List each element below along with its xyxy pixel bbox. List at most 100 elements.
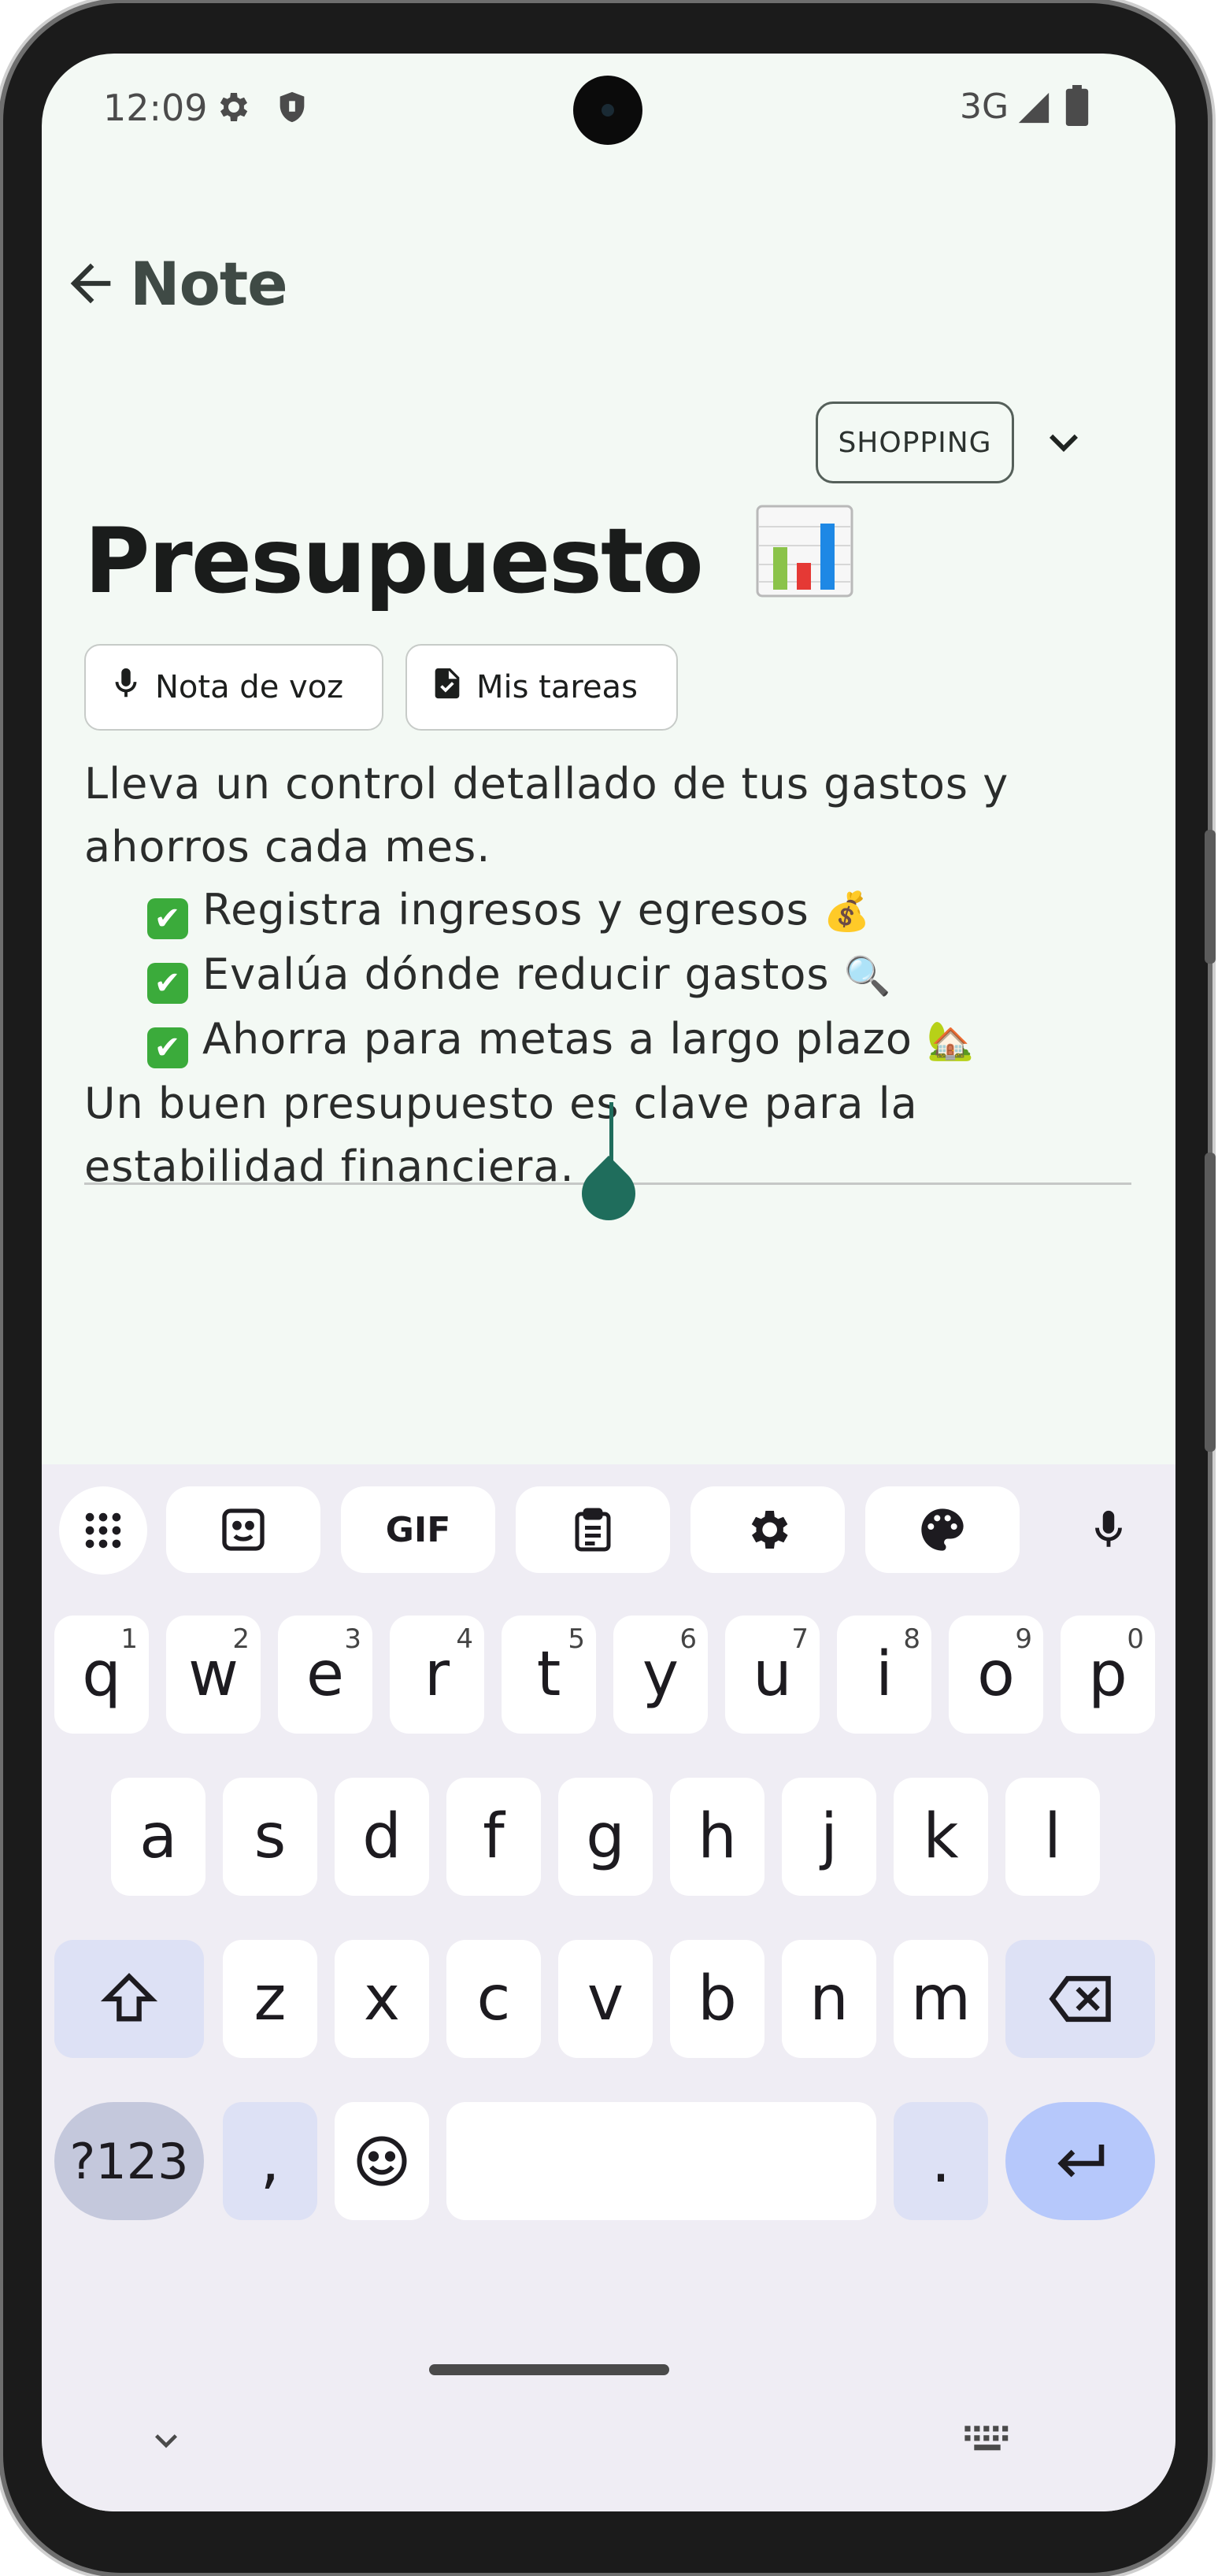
voice-note-label: Nota de voz — [155, 669, 344, 705]
key-c[interactable]: c — [446, 1940, 541, 2058]
key-hint: 2 — [232, 1623, 250, 1655]
key-i[interactable]: i8 — [837, 1616, 931, 1734]
key-hint: 5 — [568, 1623, 585, 1655]
checklist-text: Registra ingresos y egresos — [202, 885, 809, 935]
my-tasks-button[interactable]: Mis tareas — [405, 644, 678, 731]
shift-icon — [100, 1973, 158, 2022]
screen: 12:09 3G Note SHOPPING Presupuesto Nota … — [42, 54, 1175, 2511]
check-mark-icon: ✔ — [147, 898, 188, 939]
keyboard-hide-icon[interactable] — [144, 2419, 188, 2466]
check-mark-icon: ✔ — [147, 963, 188, 1004]
volume-button — [1205, 830, 1216, 964]
power-button — [1205, 1153, 1216, 1452]
gif-icon[interactable]: GIF — [341, 1486, 495, 1573]
key-v[interactable]: v — [558, 1940, 653, 2058]
clipboard-icon[interactable] — [516, 1486, 670, 1573]
key-e[interactable]: e3 — [278, 1616, 372, 1734]
gear-icon — [213, 88, 251, 129]
voice-note-button[interactable]: Nota de voz — [84, 644, 383, 731]
mic-icon — [108, 665, 144, 709]
gif-label: GIF — [385, 1509, 451, 1550]
shift-key[interactable] — [54, 1940, 204, 2058]
key-y[interactable]: y6 — [613, 1616, 708, 1734]
key-q[interactable]: q1 — [54, 1616, 149, 1734]
smiley-icon — [357, 2136, 407, 2186]
my-tasks-label: Mis tareas — [476, 669, 638, 705]
app-title: Note — [130, 249, 288, 319]
battery-icon — [1065, 85, 1089, 129]
app-bar: Note — [42, 235, 1175, 329]
shield-icon — [274, 88, 310, 129]
palette-icon[interactable] — [865, 1486, 1020, 1573]
key-w[interactable]: w2 — [166, 1616, 261, 1734]
key-z[interactable]: z — [223, 1940, 317, 2058]
category-chip[interactable]: SHOPPING — [816, 402, 1014, 483]
network-type: 3G — [960, 87, 1009, 127]
space-key[interactable] — [446, 2102, 876, 2220]
key-g[interactable]: g — [558, 1778, 653, 1896]
key-m[interactable]: m — [894, 1940, 988, 2058]
backspace-icon — [1049, 1975, 1111, 2023]
key-a[interactable]: a — [111, 1778, 205, 1896]
symbols-key[interactable]: ?123 — [54, 2102, 204, 2220]
check-mark-icon: ✔ — [147, 1027, 188, 1068]
key-hint: 8 — [903, 1623, 920, 1655]
note-title-text: Presupuesto — [84, 509, 704, 613]
enter-icon — [1057, 2145, 1105, 2178]
key-hint: 9 — [1015, 1623, 1032, 1655]
status-bar: 12:09 3G — [42, 54, 1175, 180]
key-r[interactable]: r4 — [390, 1616, 484, 1734]
key-o[interactable]: o9 — [949, 1616, 1043, 1734]
comma-key[interactable]: , — [223, 2102, 317, 2220]
key-x[interactable]: x — [335, 1940, 429, 2058]
house-icon: 🏡 — [927, 1019, 975, 1063]
emoji-key[interactable] — [335, 2102, 429, 2220]
key-t[interactable]: t5 — [502, 1616, 596, 1734]
chevron-down-icon[interactable] — [1035, 414, 1092, 471]
phone-frame: 12:09 3G Note SHOPPING Presupuesto Nota … — [3, 3, 1216, 2573]
category-label: SHOPPING — [838, 426, 992, 459]
note-title[interactable]: Presupuesto — [84, 505, 853, 619]
arrow-back-icon[interactable] — [61, 254, 120, 313]
key-u[interactable]: u7 — [725, 1616, 820, 1734]
key-h[interactable]: h — [670, 1778, 764, 1896]
mic-icon[interactable] — [1065, 1486, 1152, 1573]
key-f[interactable]: f — [446, 1778, 541, 1896]
key-s[interactable]: s — [223, 1778, 317, 1896]
key-hint: 1 — [120, 1623, 138, 1655]
checklist-item: ✔ Ahorra para metas a largo plazo 🏡 — [84, 1008, 1139, 1072]
keyboard-switch-icon[interactable] — [963, 2423, 1012, 2458]
sticker-icon[interactable] — [166, 1486, 320, 1573]
magnifier-icon: 🔍 — [843, 954, 892, 998]
body-line: Lleva un control detallado de tus gastos… — [84, 759, 1009, 809]
key-n[interactable]: n — [782, 1940, 876, 2058]
settings-icon[interactable] — [690, 1486, 845, 1573]
task-file-icon — [429, 665, 465, 709]
home-indicator[interactable] — [429, 2364, 669, 2375]
key-b[interactable]: b — [670, 1940, 764, 2058]
key-d[interactable]: d — [335, 1778, 429, 1896]
status-time: 12:09 — [103, 87, 208, 129]
key-hint: 7 — [791, 1623, 809, 1655]
key-hint: 3 — [344, 1623, 361, 1655]
period-key[interactable]: . — [894, 2102, 988, 2220]
key-hint: 0 — [1127, 1623, 1144, 1655]
key-hint: 6 — [679, 1623, 697, 1655]
backspace-key[interactable] — [1005, 1940, 1155, 2058]
checklist-text: Evalúa dónde reducir gastos — [202, 949, 830, 999]
key-p[interactable]: p0 — [1061, 1616, 1155, 1734]
key-l[interactable]: l — [1005, 1778, 1100, 1896]
enter-key[interactable] — [1005, 2102, 1155, 2220]
key-j[interactable]: j — [782, 1778, 876, 1896]
money-bag-icon: 💰 — [823, 890, 872, 934]
bar-chart-icon — [756, 505, 853, 619]
checklist-text: Ahorra para metas a largo plazo — [202, 1014, 913, 1064]
signal-icon — [1015, 90, 1053, 129]
key-hint: 4 — [456, 1623, 473, 1655]
checklist-item: ✔ Registra ingresos y egresos 💰 — [84, 879, 1139, 943]
key-k[interactable]: k — [894, 1778, 988, 1896]
body-line: ahorros cada mes. — [84, 822, 491, 872]
keyboard: GIF q1 w2 e3 r4 t5 y6 u7 i8 o9 p0 a s d … — [42, 1464, 1175, 2511]
checklist-item: ✔ Evalúa dónde reducir gastos 🔍 — [84, 943, 1139, 1008]
apps-grid-icon[interactable] — [59, 1486, 147, 1575]
